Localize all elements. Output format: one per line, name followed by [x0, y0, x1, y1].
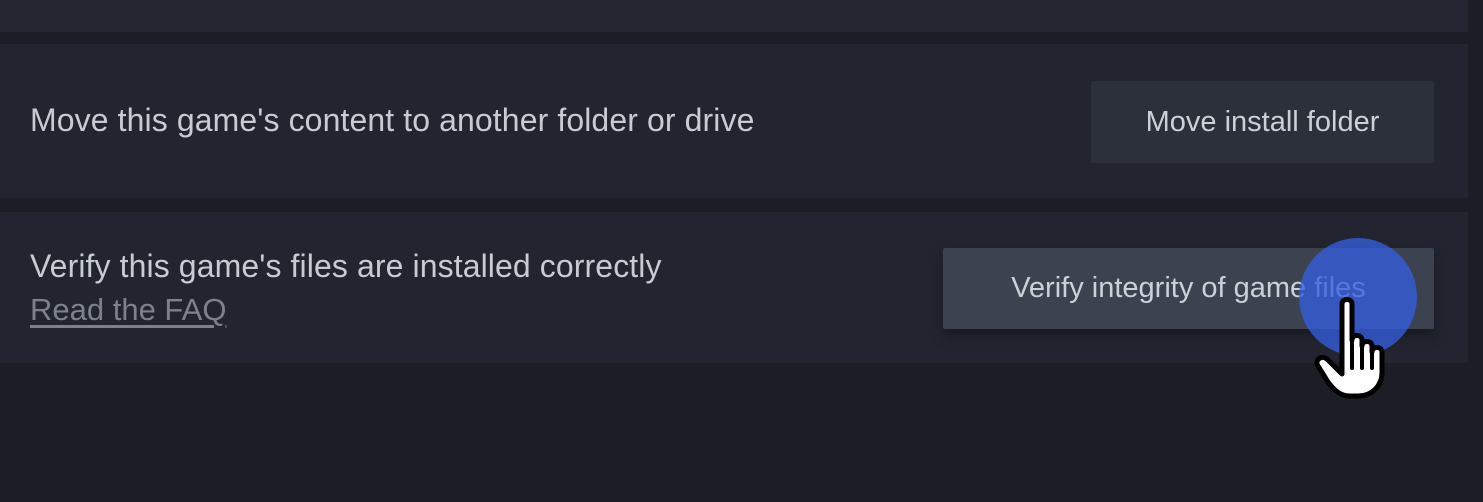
- verify-integrity-button[interactable]: Verify integrity of game files: [943, 248, 1434, 329]
- read-faq-link[interactable]: Read the FAQ: [30, 292, 226, 328]
- move-description: Move this game's content to another fold…: [30, 102, 755, 138]
- verify-files-row: Verify this game's files are installed c…: [0, 212, 1468, 363]
- previous-settings-row: [0, 0, 1468, 32]
- move-install-folder-button[interactable]: Move install folder: [1091, 81, 1434, 163]
- verify-description: Verify this game's files are installed c…: [30, 248, 662, 284]
- move-install-folder-row: Move this game's content to another fold…: [0, 44, 1468, 198]
